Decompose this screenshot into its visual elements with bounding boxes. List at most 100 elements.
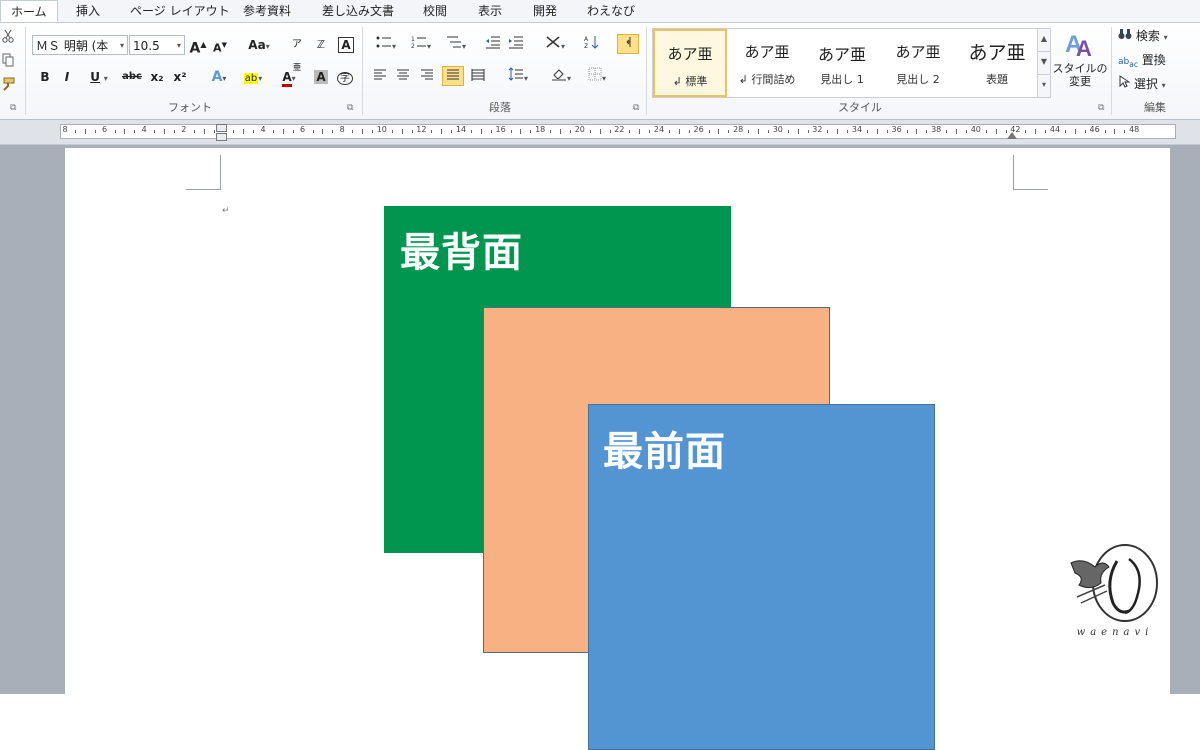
ruler-tick [173,130,175,133]
numbering-icon[interactable]: 1 2 ▾ [406,35,436,55]
superscript-button[interactable]: x² [170,67,190,87]
styles-group-label: スタイル [838,101,882,114]
paragraph-dialog-launcher-icon[interactable]: ⧉ [633,103,639,113]
sort-icon[interactable]: AZ [583,35,601,55]
align-right-icon[interactable] [418,67,436,87]
tab-review[interactable]: 校閲 [423,0,447,22]
text-effects-button[interactable]: A▾ [205,67,233,87]
document-page[interactable]: ↵ 最背面 最前面 waenavi [65,148,1170,750]
align-center-icon[interactable] [394,67,412,87]
italic-button[interactable]: I [58,67,76,87]
ruler-number: 34 [851,125,863,134]
format-painter-icon[interactable] [0,77,16,97]
gallery-scroll-up-icon[interactable]: ▲ [1037,28,1051,52]
character-border-icon[interactable]: A [337,35,355,55]
show-formatting-marks-button[interactable] [617,34,639,54]
underline-button[interactable]: U ▾ [84,67,114,87]
style-title[interactable]: あア亜 表題 [958,29,1036,97]
gallery-more-icon[interactable]: ▾ [1037,74,1051,98]
right-indent-marker[interactable] [1007,132,1017,139]
ruler-number: 40 [970,125,981,134]
distributed-icon[interactable] [469,67,487,87]
ruler-tick [1064,130,1066,133]
svg-text:Z: Z [584,43,588,49]
enclose-characters-icon[interactable]: 字 [336,67,354,87]
align-left-icon[interactable] [371,67,389,87]
copy-icon[interactable] [0,53,16,73]
style-name: 表題 [986,73,1008,86]
font-name-combo[interactable]: ＭＳ 明朝 (本 ▾ [32,35,128,55]
font-dialog-launcher-icon[interactable]: ⧉ [347,103,353,113]
ruler-tick [847,130,849,133]
strikethrough-button[interactable]: abc [120,67,144,87]
grow-font-button[interactable]: A▲ [189,35,207,57]
increase-indent-icon[interactable] [507,35,525,55]
gallery-scroll-down-icon[interactable]: ▼ [1037,51,1051,75]
replace-button[interactable]: abac 置換 [1118,50,1196,70]
ruler-number: 30 [772,125,783,134]
ruler-number: 28 [733,125,744,134]
ruler-tick [312,130,314,133]
underline-label: U [90,70,100,84]
ruler-number: 26 [693,125,704,134]
cut-icon[interactable] [0,29,16,49]
shrink-font-button[interactable]: A▼ [211,35,229,55]
ruler-tick [124,129,126,134]
style-heading-2[interactable]: あア亜 見出し 2 [881,29,955,97]
cursor-arrow-icon [1118,75,1134,91]
select-label: 選択 [1133,77,1158,91]
character-shading-icon[interactable]: A [312,67,330,87]
justify-button[interactable] [442,66,464,86]
ruler-tick [213,130,215,133]
decrease-indent-icon[interactable] [484,35,502,55]
tab-waenavi[interactable]: わえなび [587,0,635,22]
first-line-indent-marker[interactable] [216,124,227,132]
ruler-tick [441,129,443,134]
tab-home[interactable]: ホーム [0,0,58,22]
enclosed-character-icon[interactable]: ℤ [312,35,330,55]
horizontal-ruler[interactable]: 8642246810121416182022242628303234363840… [0,120,1200,145]
style-sample: あア亜 [667,45,713,63]
style-no-spacing[interactable]: あア亜 ↲ 行間詰め [730,29,804,97]
tab-view[interactable]: 表示 [478,0,502,22]
subscript-button[interactable]: x₂ [147,67,167,87]
borders-icon[interactable]: ▾ [582,67,612,87]
styles-dialog-launcher-icon[interactable]: ⧉ [1098,103,1104,113]
phonetic-guide-icon[interactable]: ア亜 [288,35,306,72]
highlight-color-button[interactable]: ab▾ [238,67,268,87]
change-styles-button[interactable]: AA スタイルの変更 [1052,28,1108,98]
ruler-tick [203,129,205,134]
style-normal[interactable]: あア亜 ↲ 標準 [653,29,727,97]
clipboard-dialog-launcher-icon[interactable]: ⧉ [10,103,16,113]
ruler-tick [332,130,334,133]
ruler-tick [1084,130,1086,133]
tab-page-layout[interactable]: ページ レイアウト [130,0,230,22]
change-case-button[interactable]: Aa▾ [245,35,273,55]
ruler-number: 38 [931,125,942,134]
change-styles-label: スタイルの変更 [1052,62,1108,88]
ruler-tick [362,129,363,134]
find-label: 検索 [1135,29,1160,43]
ruler-number: 24 [653,125,665,134]
style-heading-1[interactable]: あア亜 見出し 1 [805,29,879,97]
tab-references[interactable]: 参考資料 [243,0,291,22]
shrink-font-label: A [213,41,222,55]
find-button[interactable]: 検索 ▾ [1118,26,1196,46]
font-color-button[interactable]: A▾ [275,67,303,87]
bold-button[interactable]: B [36,67,54,87]
ruler-tick [1025,130,1027,133]
multilevel-list-icon[interactable]: ▾ [441,35,471,55]
tab-developer[interactable]: 開発 [533,0,557,22]
line-spacing-icon[interactable]: ▾ [503,67,533,87]
ruler-tick [550,130,552,133]
tab-insert[interactable]: 挿入 [76,0,100,22]
group-separator [362,27,363,115]
select-button[interactable]: 選択 ▾ [1118,74,1196,94]
bullets-icon[interactable]: ▾ [371,35,401,55]
tab-mailings[interactable]: 差し込み文書 [322,0,394,22]
left-indent-marker[interactable] [216,133,227,141]
shape-front-rectangle[interactable]: 最前面 [588,404,935,750]
shading-icon[interactable]: ▾ [546,67,576,87]
asian-layout-icon[interactable]: ▾ [540,35,570,55]
font-size-combo[interactable]: 10.5 ▾ [129,35,185,55]
